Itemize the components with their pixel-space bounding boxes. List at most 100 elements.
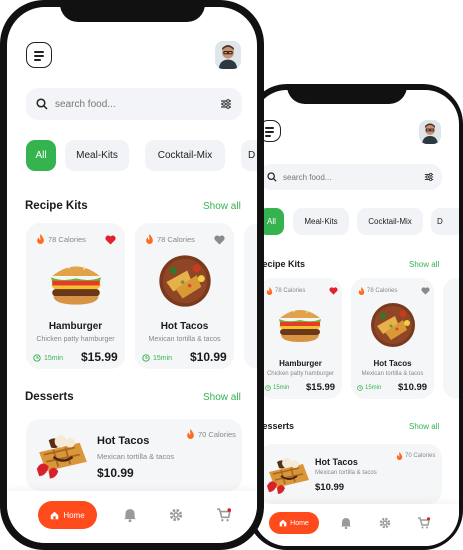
cart-icon[interactable] [417,517,430,529]
recipe-card-hamburger[interactable]: 78 Calories Hamburger Chicken patty hamb… [259,278,342,399]
chip-all[interactable]: All [26,140,56,171]
search-icon [267,172,277,182]
dessert-price: $10.99 [97,466,134,480]
prep-time: 15min [142,354,172,362]
menu-button[interactable] [26,42,52,68]
waffle-dessert-image [36,435,87,479]
heart-icon[interactable] [329,287,338,295]
filter-icon[interactable] [424,172,434,182]
category-chips: All Meal-Kits Cocktail-Mix D [259,208,459,235]
tacos-image [159,255,211,307]
home-icon [279,519,287,527]
bottom-nav: Home [7,491,257,543]
dessert-card[interactable]: Hot Tacos Mexican tortilla & tacos $10.9… [259,444,442,504]
waffle-dessert-image [267,458,309,494]
prep-time: 15min [357,385,381,391]
cart-icon[interactable] [216,508,231,522]
dessert-price: $10.99 [315,482,345,493]
hamburger-image [51,264,101,305]
recipe-desc: Mexican tortilla & tacos [361,371,424,377]
chip-cocktail-mix[interactable]: Cocktail-Mix [145,140,225,171]
recipe-desc: Chicken patty hamburger [266,371,335,377]
gear-icon[interactable] [379,517,391,529]
recipe-card-hamburger[interactable]: 78 Calories Hamburger Chicken patty hamb… [26,223,125,369]
calories-label: 78 Calories [266,287,305,295]
flame-icon [37,234,44,244]
filter-icon[interactable] [220,98,232,110]
search-icon [36,98,48,110]
recipe-card-peek[interactable] [244,223,257,369]
profile-photo-icon [215,41,241,69]
dessert-name: Hot Tacos [97,435,150,447]
prep-time: 15min [265,385,289,391]
avatar[interactable] [419,120,441,144]
search-bar[interactable]: search food... [26,88,242,120]
category-chips: All Meal-Kits Cocktail-Mix D [26,140,257,171]
recipe-desc: Mexican tortilla & tacos [148,336,221,343]
clock-icon [142,354,150,362]
search-bar[interactable]: search food... [259,164,442,190]
flame-icon [358,287,365,295]
calories-label: 78 Calories [358,287,397,295]
recipe-kits-show-all[interactable]: Show all [203,201,241,212]
clock-icon [33,354,41,362]
flame-icon [187,429,194,439]
nav-home[interactable]: Home [269,512,319,534]
front-phone-mockup: search food... All Meal-Kits Cocktail-Mi… [0,0,264,550]
chip-d[interactable]: D [241,140,257,171]
recipe-card-hot-tacos[interactable]: 78 Calories Hot Tacos Mexican tortilla &… [351,278,434,399]
chip-d[interactable]: D [431,208,459,235]
clock-icon [357,385,363,391]
recipe-name: Hamburger [279,359,322,368]
calories-label: 78 Calories [36,234,86,244]
dessert-desc: Mexican tortilla & tacos [97,452,175,461]
heart-icon[interactable] [214,235,225,245]
tacos-image [371,303,415,347]
home-icon [51,511,59,519]
hamburger-image [279,308,321,342]
recipe-name: Hot Tacos [160,321,209,332]
back-phone-mockup: search food... All Meal-Kits Cocktail-Mi… [247,84,463,550]
dessert-desc: Mexican tortilla & tacos [315,470,377,476]
recipe-kits-show-all[interactable]: Show all [409,260,439,269]
recipe-kits-title: Recipe Kits [25,200,88,212]
bottom-nav: Home [253,504,459,546]
calories-label: 78 Calories [145,234,195,244]
avatar[interactable] [215,41,241,69]
chip-meal-kits[interactable]: Meal-Kits [65,140,129,171]
desserts-show-all[interactable]: Show all [203,392,241,403]
search-placeholder: search food... [283,172,332,182]
heart-icon[interactable] [105,235,116,245]
heart-icon[interactable] [421,287,430,295]
recipe-card-hot-tacos[interactable]: 78 Calories Hot Tacos Mexican tortilla &… [135,223,234,369]
front-phone-screen: search food... All Meal-Kits Cocktail-Mi… [7,7,257,543]
phone-notch [287,84,407,104]
chip-meal-kits[interactable]: Meal-Kits [293,208,349,235]
dessert-card[interactable]: Hot Tacos Mexican tortilla & tacos $10.9… [26,419,242,491]
recipe-name: Hamburger [48,321,103,332]
chip-cocktail-mix[interactable]: Cocktail-Mix [357,208,423,235]
search-placeholder: search food... [55,98,116,110]
recipe-price: $10.99 [190,350,227,364]
gear-icon[interactable] [169,508,183,522]
prep-time: 15min [33,354,63,362]
desserts-show-all[interactable]: Show all [409,422,439,431]
bell-icon[interactable] [340,517,352,529]
recipe-card-peek[interactable] [443,278,459,399]
recipe-name: Hot Tacos [373,359,412,368]
nav-home[interactable]: Home [38,501,97,529]
clock-icon [265,385,271,391]
back-phone-screen: search food... All Meal-Kits Cocktail-Mi… [253,90,459,546]
recipe-price: $15.99 [81,350,118,364]
phone-notch [60,0,205,22]
recipe-price: $10.99 [398,382,428,393]
dessert-name: Hot Tacos [315,457,358,467]
bell-icon[interactable] [123,508,137,522]
desserts-title: Desserts [25,391,74,403]
calories-label: 70 Calories [396,452,435,460]
flame-icon [146,234,153,244]
calories-label: 70 Calories [186,429,236,439]
flame-icon [266,287,273,295]
profile-photo-icon [419,120,441,144]
recipe-desc: Chicken patty hamburger [36,336,115,343]
